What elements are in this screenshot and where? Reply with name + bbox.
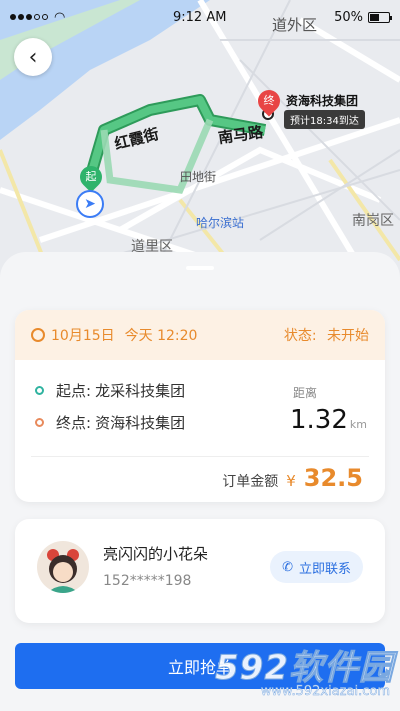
clock-icon	[31, 328, 45, 342]
status-label: 状态:	[283, 328, 317, 344]
currency-symbol: ¥	[286, 472, 296, 490]
end-dot-icon	[35, 418, 44, 427]
distance-value-block: 1.32 km	[290, 405, 367, 435]
divider	[31, 456, 369, 457]
chevron-left-icon: ‹	[28, 44, 38, 70]
status-value: 未开始	[327, 328, 369, 344]
eta-badge: 预计18:34到达	[284, 110, 365, 129]
destination-label: 资海科技集团	[286, 94, 359, 108]
start-dot-icon	[35, 386, 44, 395]
drag-handle[interactable]	[186, 266, 214, 270]
status-bar: ◠ 9:12 AM 50%	[0, 0, 400, 34]
customer-name: 亮闪闪的小花朵	[103, 545, 209, 563]
end-place-row: 终点: 资海科技集团	[35, 412, 185, 433]
road-label-tiandi: 田地街	[180, 170, 217, 184]
back-button[interactable]: ‹	[14, 38, 52, 76]
station-label: 哈尔滨站	[196, 216, 245, 230]
start-key: 起点:	[56, 382, 92, 400]
battery-percent: 50%	[334, 9, 363, 25]
distance-label: 距离	[293, 386, 318, 400]
clock: 9:12 AM	[173, 9, 227, 25]
grab-order-button[interactable]: 立即抢单	[15, 643, 385, 689]
phone-icon: ✆	[282, 559, 293, 575]
end-pin: 终	[253, 85, 285, 117]
wifi-icon: ◠	[54, 9, 66, 25]
amount-label: 订单金额	[222, 474, 279, 490]
customer-phone: 152*****198	[103, 573, 192, 589]
district-label-nangang: 南岗区	[352, 213, 394, 229]
battery-icon	[368, 11, 392, 23]
end-key: 终点:	[56, 414, 92, 432]
order-header: 10月15日 今天 12:20 状态: 未开始	[15, 310, 385, 360]
amount-value: 32.5	[303, 464, 363, 492]
start-place-row: 起点: 龙采科技集团	[35, 380, 185, 401]
customer-card: 亮闪闪的小花朵 152*****198 ✆ 立即联系	[15, 519, 385, 623]
order-time: 今天 12:20	[124, 328, 198, 344]
order-date: 10月15日	[51, 328, 115, 344]
distance-unit: km	[349, 418, 367, 431]
signal-icon	[10, 14, 48, 20]
order-amount: 订单金额 ¥ 32.5	[222, 464, 363, 492]
contact-button[interactable]: ✆ 立即联系	[270, 551, 363, 583]
contact-label: 立即联系	[298, 561, 351, 577]
order-card: 10月15日 今天 12:20 状态: 未开始 起点: 龙采科技集团 终点: 资…	[15, 310, 385, 502]
order-sheet: 10月15日 今天 12:20 状态: 未开始 起点: 龙采科技集团 终点: 资…	[0, 252, 400, 711]
start-pin: 起	[75, 161, 107, 193]
start-place: 龙采科技集团	[95, 382, 186, 400]
distance-value: 1.32	[290, 405, 348, 435]
end-place: 资海科技集团	[95, 414, 186, 432]
avatar	[37, 541, 89, 593]
navigation-arrow-icon: ➤	[76, 190, 104, 218]
